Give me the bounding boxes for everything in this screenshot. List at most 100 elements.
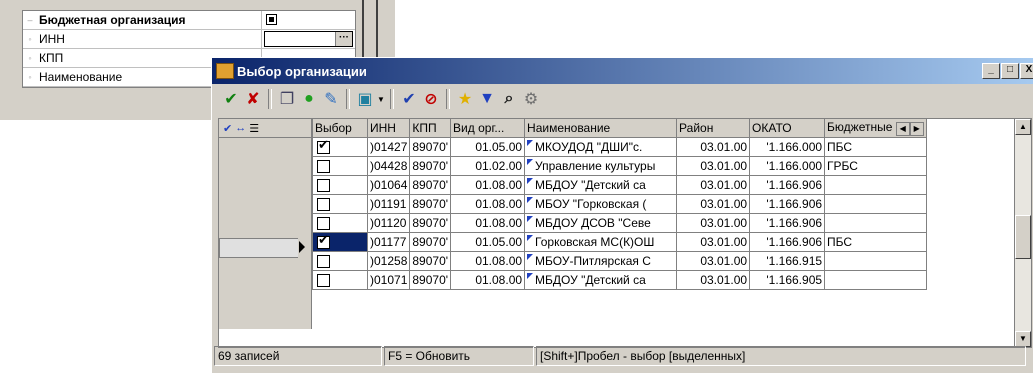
checkbox-icon[interactable]	[266, 14, 277, 25]
list-icon[interactable]: ☰	[249, 122, 259, 135]
column-header-select[interactable]: Выбор	[312, 119, 368, 138]
cell-inn[interactable]: )01177	[366, 232, 411, 252]
table-row[interactable]: )0142789070'01.05.00 МКОУДОД "ДШИ"с. 03.01…	[312, 137, 927, 157]
select-cell[interactable]	[312, 156, 368, 176]
clear-selection-icon[interactable]: ⊘	[420, 88, 442, 110]
cell-budget[interactable]	[824, 251, 927, 271]
scroll-left-icon[interactable]: ◀	[895, 122, 910, 136]
column-header-inn[interactable]: ИНН	[366, 119, 411, 138]
row-indicator-cell[interactable]	[219, 218, 311, 238]
check-icon[interactable]: ✔	[220, 88, 242, 110]
cell-org-type[interactable]: 01.08.00	[450, 213, 526, 233]
cell-budget[interactable]	[824, 213, 927, 233]
scroll-thumb[interactable]	[1015, 215, 1031, 259]
cell-kpp[interactable]: 89070'	[409, 156, 452, 176]
column-header-okato[interactable]: ОКАТО	[749, 119, 826, 138]
cell-kpp[interactable]: 89070'	[409, 137, 452, 157]
cell-org-type[interactable]: 01.05.00	[450, 232, 526, 252]
cell-inn[interactable]: )01191	[366, 194, 411, 214]
column-header-name[interactable]: Наименование	[524, 119, 678, 138]
prop-row-inn[interactable]: ◦ ИНН ···	[23, 30, 355, 49]
cell-budget[interactable]	[824, 194, 927, 214]
cell-okato[interactable]: '1.166.906	[749, 175, 826, 195]
cell-org-type[interactable]: 01.08.00	[450, 175, 526, 195]
column-header-rayon[interactable]: Район	[676, 119, 751, 138]
find-icon[interactable]: ⌕	[498, 88, 520, 110]
cell-name[interactable]: МБОУ-Питлярская С	[524, 251, 678, 271]
settings-icon[interactable]: ⚙	[520, 88, 542, 110]
cell-okato[interactable]: '1.166.906	[749, 194, 826, 214]
cell-name[interactable]: МБДОУ "Детский са	[524, 175, 678, 195]
prop-value-budget-org[interactable]	[262, 11, 355, 29]
cell-rayon[interactable]: 03.01.00	[676, 137, 751, 157]
row-indicator-cell[interactable]	[219, 158, 311, 178]
cell-org-type[interactable]: 01.05.00	[450, 137, 526, 157]
cell-rayon[interactable]: 03.01.00	[676, 270, 751, 290]
scroll-right-icon[interactable]: ▶	[909, 122, 924, 136]
cell-name[interactable]: МБОУ "Горковская (	[524, 194, 678, 214]
cell-budget[interactable]	[824, 175, 927, 195]
select-cell[interactable]	[312, 213, 368, 233]
add-icon[interactable]: ●	[298, 88, 320, 110]
cell-inn[interactable]: )01120	[366, 213, 411, 233]
table-row[interactable]: )01258 89070' 01.08.00 МБОУ-Питлярская С 03.…	[312, 251, 927, 271]
column-header-kpp[interactable]: КПП	[409, 119, 452, 138]
scroll-up-icon[interactable]: ▲	[1015, 119, 1031, 135]
select-checkbox[interactable]	[317, 160, 330, 174]
cell-kpp[interactable]: 89070'	[409, 194, 452, 214]
cell-budget[interactable]	[824, 270, 927, 290]
table-row[interactable]: )01191 89070' 01.08.00 МБОУ "Горковская (03…	[312, 194, 927, 214]
ellipsis-button[interactable]: ···	[335, 32, 352, 46]
cell-kpp[interactable]: 89070'	[409, 232, 452, 252]
minimize-button[interactable]: _	[982, 63, 1000, 79]
inn-input[interactable]: ···	[264, 31, 353, 47]
copy-icon[interactable]: ❐	[276, 88, 298, 110]
select-cell[interactable]	[312, 137, 368, 157]
organizations-grid[interactable]: ✔ ↔ ☰ Выбор ИНН КПП Вид орг... Наименова…	[218, 118, 1032, 348]
cell-inn[interactable]: )01071	[366, 270, 411, 290]
select-checkbox[interactable]	[317, 234, 330, 250]
row-indicator-cell[interactable]	[219, 178, 311, 198]
dialog-titlebar[interactable]: Выбор организации _ □ X	[212, 58, 1033, 84]
select-cell[interactable]	[312, 270, 368, 290]
cell-name[interactable]: МБДОУ ДСОВ "Севе	[524, 213, 678, 233]
cell-kpp[interactable]: 89070'	[409, 213, 452, 233]
table-row[interactable]: )01064 89070' 01.08.00 МБДОУ "Детский са 03.…	[312, 175, 927, 195]
table-row[interactable]: )0117789070'01.05.00 Горковская МС(К)ОШ 03…	[312, 232, 927, 252]
cell-rayon[interactable]: 03.01.00	[676, 194, 751, 214]
select-cell[interactable]	[312, 175, 368, 195]
filter-icon[interactable]: ▼	[476, 88, 498, 110]
select-checkbox[interactable]	[317, 179, 330, 193]
cell-org-type[interactable]: 01.02.00	[450, 156, 526, 176]
vertical-scrollbar[interactable]: ▲ ▼	[1014, 119, 1031, 347]
row-indicator-cell[interactable]	[219, 138, 311, 158]
row-indicator-cell-current[interactable]	[219, 238, 311, 258]
maximize-button[interactable]: □	[1001, 63, 1019, 79]
collapse-icon[interactable]: –	[23, 11, 37, 29]
select-checkbox[interactable]	[317, 217, 330, 231]
select-checkbox[interactable]	[317, 139, 330, 155]
column-header-org-type[interactable]: Вид орг...	[450, 119, 526, 138]
select-cell[interactable]	[312, 194, 368, 214]
cell-rayon[interactable]: 03.01.00	[676, 232, 751, 252]
select-all-icon[interactable]: ✔	[223, 122, 232, 135]
cell-rayon[interactable]: 03.01.00	[676, 175, 751, 195]
swap-icon[interactable]: ↔	[235, 122, 246, 134]
cell-okato[interactable]: '1.166.915	[749, 251, 826, 271]
scroll-down-icon[interactable]: ▼	[1015, 331, 1031, 347]
cell-org-type[interactable]: 01.08.00	[450, 251, 526, 271]
table-row[interactable]: )01071 89070' 01.08.00 МБДОУ "Детский са 03.…	[312, 270, 927, 290]
cell-rayon[interactable]: 03.01.00	[676, 251, 751, 271]
edit-icon[interactable]: ✎	[320, 88, 342, 110]
cell-okato[interactable]: '1.166.000	[749, 156, 826, 176]
cell-inn[interactable]: )01427	[366, 137, 411, 157]
row-indicator-cell[interactable]	[219, 198, 311, 218]
cell-inn[interactable]: )01064	[366, 175, 411, 195]
cell-org-type[interactable]: 01.08.00	[450, 270, 526, 290]
chevron-down-icon[interactable]: ▼	[376, 95, 386, 104]
cell-name[interactable]: МБДОУ "Детский са	[524, 270, 678, 290]
favorite-icon[interactable]: ★	[454, 88, 476, 110]
cell-name[interactable]: Горковская МС(К)ОШ	[524, 232, 678, 252]
row-indicator-cell[interactable]	[219, 258, 311, 278]
cell-budget[interactable]: ГРБС	[824, 156, 927, 176]
